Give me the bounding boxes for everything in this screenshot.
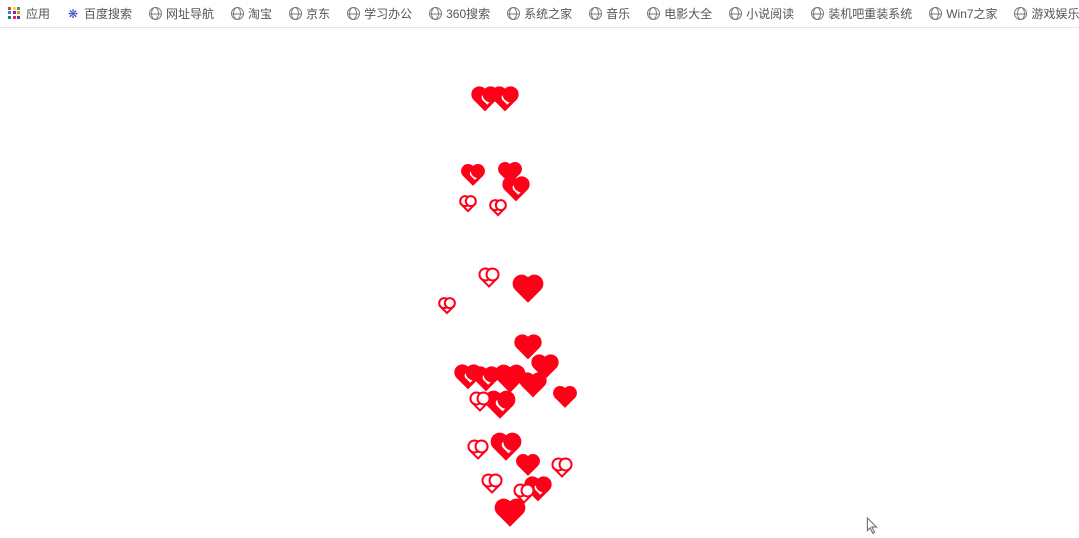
bookmark-item-13[interactable]: 游戏娱乐 (1014, 0, 1079, 27)
heart-icon (552, 458, 572, 478)
globe-icon (928, 7, 942, 21)
bookmark-label: 淘宝 (248, 5, 272, 22)
bookmark-item-10[interactable]: 小说阅读 (728, 0, 794, 27)
bookmark-label: 网址导航 (166, 5, 214, 22)
heart-icon (479, 268, 499, 288)
globe-icon (288, 7, 302, 21)
heart-icon (470, 392, 490, 412)
apps-icon (8, 7, 22, 21)
cursor-icon (862, 516, 880, 538)
bookmark-label: 360搜索 (446, 5, 490, 22)
bookmark-label: 百度搜索 (84, 5, 132, 22)
bookmark-item-6[interactable]: 360搜索 (428, 0, 490, 27)
bookmark-label: 京东 (306, 5, 330, 22)
bookmark-item-4[interactable]: 京东 (288, 0, 330, 27)
heart-icon (494, 89, 517, 112)
bookmark-item-9[interactable]: 电影大全 (646, 0, 712, 27)
bookmark-item-5[interactable]: 学习办公 (346, 0, 412, 27)
heart-icon (497, 501, 522, 526)
heart-icon (487, 393, 512, 418)
heart-icon (493, 435, 518, 460)
globe-icon (230, 7, 244, 21)
bookmark-label: 音乐 (606, 5, 630, 22)
bookmark-item-3[interactable]: 淘宝 (230, 0, 272, 27)
globe-icon (588, 7, 602, 21)
bookmark-item-2[interactable]: 网址导航 (148, 0, 214, 27)
globe-icon (148, 7, 162, 21)
heart-icon (505, 179, 528, 202)
globe-icon (646, 7, 660, 21)
globe-icon (728, 7, 742, 21)
globe-icon (810, 7, 824, 21)
heart-icon (439, 298, 456, 315)
globe-icon (506, 7, 520, 21)
bookmark-item-8[interactable]: 音乐 (588, 0, 630, 27)
heart-icon (522, 375, 545, 398)
heart-icon (490, 200, 507, 217)
heart-icon (460, 196, 477, 213)
heart-icon (482, 474, 502, 494)
bookmark-label: 游戏娱乐 (1032, 5, 1079, 22)
paw-icon: ❋ (66, 7, 80, 21)
globe-icon (346, 7, 360, 21)
heart-icon (463, 166, 483, 186)
globe-icon (1014, 7, 1028, 21)
bookmark-item-11[interactable]: 装机吧重装系统 (810, 0, 912, 27)
bookmark-item-12[interactable]: Win7之家 (928, 0, 997, 27)
heart-icon (515, 277, 540, 302)
bookmark-label: 小说阅读 (746, 5, 794, 22)
globe-icon (428, 7, 442, 21)
bookmark-label: 应用 (26, 5, 50, 22)
bookmark-item-1[interactable]: ❋ 百度搜索 (66, 0, 132, 27)
bookmarks-bar: 应用 ❋ 百度搜索 网址导航 淘宝 京东 学习办公 360搜索 系统之家 音乐 电影大全 小说阅读 装机… (0, 0, 1079, 28)
heart-icon (555, 388, 575, 408)
bookmark-label: Win7之家 (946, 5, 997, 22)
bookmark-label: 装机吧重装系统 (828, 5, 912, 22)
bookmark-label: 学习办公 (364, 5, 412, 22)
bookmark-label: 系统之家 (524, 5, 572, 22)
heart-icon (468, 440, 488, 460)
bookmark-item-0[interactable]: 应用 (8, 0, 50, 27)
bookmark-item-7[interactable]: 系统之家 (506, 0, 572, 27)
bookmark-label: 电影大全 (664, 5, 712, 22)
heart-icon (518, 456, 538, 476)
page-content (0, 28, 1079, 532)
